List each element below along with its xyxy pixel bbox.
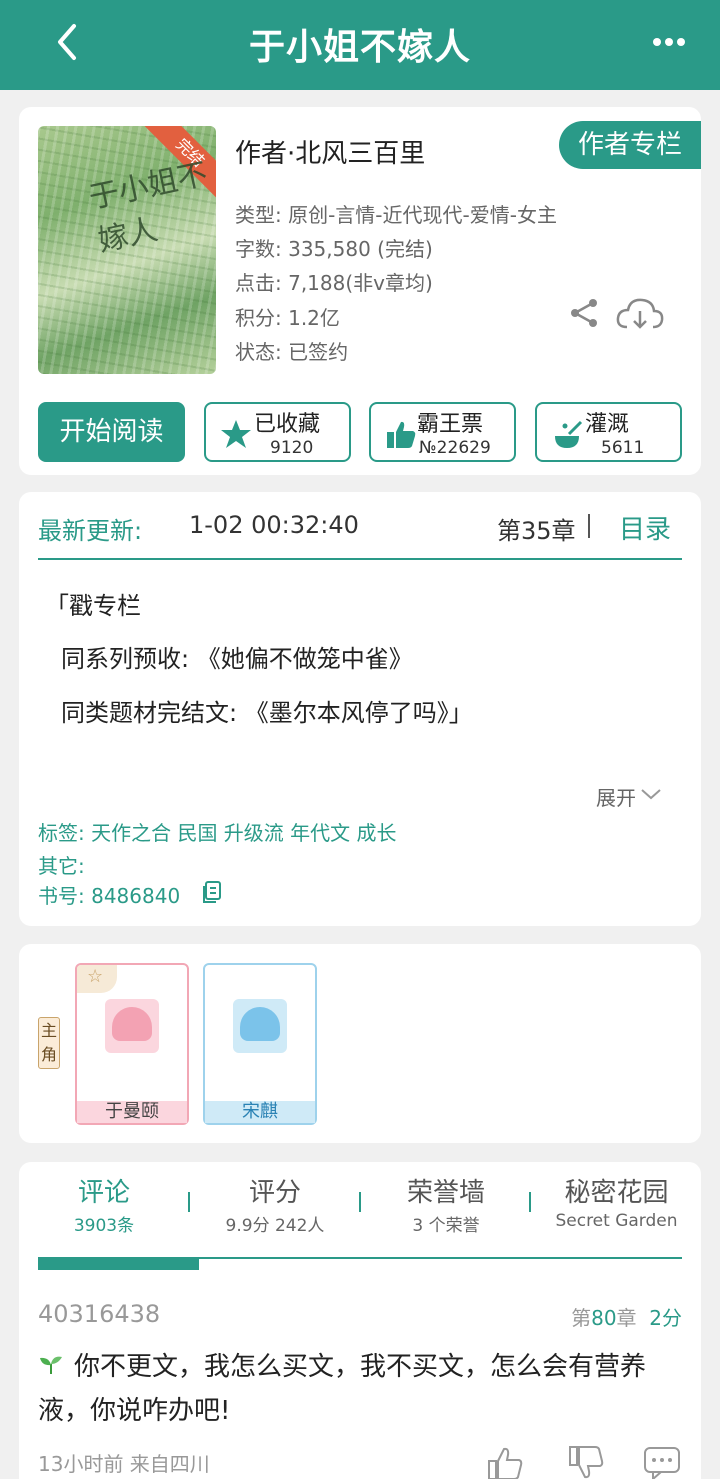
meta-type: 类型: 原创-言情-近代现代-爱情-女主	[235, 203, 557, 227]
author-name[interactable]: 作者·北风三百里	[235, 133, 425, 170]
page-title: 于小姐不嫁人	[248, 27, 471, 68]
tab-label: 评论	[77, 1178, 130, 1208]
tab-honor-wall[interactable]: 荣誉墙 3 个荣誉	[380, 1172, 512, 1236]
star-icon	[221, 420, 251, 448]
latest-update-time: 1-02 00:32:40	[189, 511, 359, 539]
chevron-down-icon[interactable]	[639, 784, 663, 804]
tab-separator	[529, 1192, 531, 1212]
book-info-card: 完结 于小姐不嫁人 作者·北风三百里 作者专栏 类型: 原创-言情-近代现代-爱…	[19, 107, 701, 475]
tab-rating[interactable]: 评分 9.9分 242人	[209, 1172, 341, 1236]
water-count: 5611	[601, 438, 645, 458]
collect-button[interactable]: 已收藏 9120	[204, 402, 351, 462]
author-column-button[interactable]: 作者专栏	[559, 121, 701, 169]
protagonist-tag: 主角	[38, 1017, 60, 1069]
cover-title: 于小姐不嫁人	[85, 156, 211, 259]
thumb-up-icon	[387, 421, 416, 448]
tab-sub: 3 个荣誉	[412, 1216, 480, 1236]
comment-text: 你不更文，我怎么买文，我不买文，怎么会有营养液，你说咋办吧!	[38, 1352, 647, 1426]
intro-line: 「戳专栏	[45, 592, 141, 620]
divider	[588, 514, 590, 538]
meta-points: 积分: 1.2亿	[235, 306, 340, 330]
intro-line: 同类题材完结文: 《墨尔本风停了吗》」	[61, 699, 473, 727]
reply-icon[interactable]	[643, 1444, 681, 1479]
start-reading-button[interactable]: 开始阅读	[38, 402, 185, 462]
tab-comments[interactable]: 评论 3903条	[38, 1172, 170, 1236]
water-button[interactable]: 灌溉 5611	[535, 402, 682, 462]
book-cover[interactable]: 完结 于小姐不嫁人	[38, 126, 216, 374]
latest-chapter[interactable]: 第35章	[497, 511, 576, 546]
tab-label: 评分	[248, 1178, 301, 1208]
comment-footer: 13小时前 来自四川	[38, 1452, 210, 1476]
expand-button[interactable]: 展开	[596, 782, 636, 811]
character-name: 于曼颐	[77, 1101, 187, 1123]
collect-count: 9120	[270, 438, 314, 458]
tab-secret-garden[interactable]: 秘密花园 Secret Garden	[549, 1172, 684, 1231]
comment-chapter: 第80章 2分	[571, 1306, 682, 1330]
comment-user[interactable]: 40316438	[38, 1300, 160, 1328]
update-card: 最新更新: 1-02 00:32:40 第35章 目录 「戳专栏 同系列预收: …	[19, 492, 701, 926]
like-icon[interactable]	[486, 1444, 524, 1479]
avatar-hair	[112, 1007, 152, 1041]
comments-card: 评论 3903条 评分 9.9分 242人 荣誉墙 3 个荣誉 秘密花园 Sec…	[19, 1162, 701, 1479]
tab-label: 秘密花园	[564, 1178, 669, 1208]
vote-label: 霸王票	[417, 412, 484, 437]
book-id-line: 书号: 8486840	[38, 884, 181, 908]
meta-status: 状态: 已签约	[235, 340, 349, 364]
roles-card: 主角 ☆ 于曼颐 宋麒	[19, 944, 701, 1143]
download-icon[interactable]	[615, 295, 665, 335]
copy-icon[interactable]	[201, 880, 223, 904]
tab-sub: Secret Garden	[555, 1211, 678, 1231]
tab-sub: 9.9分 242人	[225, 1216, 325, 1236]
character-name: 宋麒	[205, 1101, 315, 1123]
intro-line: 同系列预收: 《她偏不做笼中雀》	[61, 645, 413, 673]
active-tab-indicator	[38, 1259, 199, 1270]
top-bar: 于小姐不嫁人	[0, 0, 720, 90]
avatar-hair	[240, 1007, 280, 1041]
tab-label: 荣誉墙	[406, 1178, 485, 1208]
more-icon[interactable]	[652, 30, 686, 54]
tab-separator	[188, 1192, 190, 1212]
latest-update-label: 最新更新:	[38, 517, 143, 545]
tags-line[interactable]: 标签: 天作之合 民国 升级流 年代文 成长	[38, 817, 397, 846]
meta-words: 字数: 335,580 (完结)	[235, 237, 433, 261]
tab-separator	[359, 1192, 361, 1212]
meta-clicks: 点击: 7,188(非v章均)	[235, 271, 433, 295]
water-label: 灌溉	[585, 412, 630, 437]
divider-line	[38, 558, 682, 560]
directory-link[interactable]: 目录	[619, 509, 671, 546]
star-icon: ☆	[77, 965, 117, 993]
vote-count: №22629	[419, 438, 491, 458]
vote-button[interactable]: 霸王票 №22629	[369, 402, 516, 462]
character-card[interactable]: ☆ 于曼颐	[75, 963, 189, 1125]
water-icon	[555, 420, 583, 448]
collect-label: 已收藏	[254, 412, 321, 437]
tab-sub: 3903条	[73, 1216, 135, 1236]
dislike-icon[interactable]	[567, 1444, 605, 1479]
other-line: 其它:	[38, 854, 85, 878]
character-card[interactable]: 宋麒	[203, 963, 317, 1125]
share-icon[interactable]	[568, 297, 600, 329]
